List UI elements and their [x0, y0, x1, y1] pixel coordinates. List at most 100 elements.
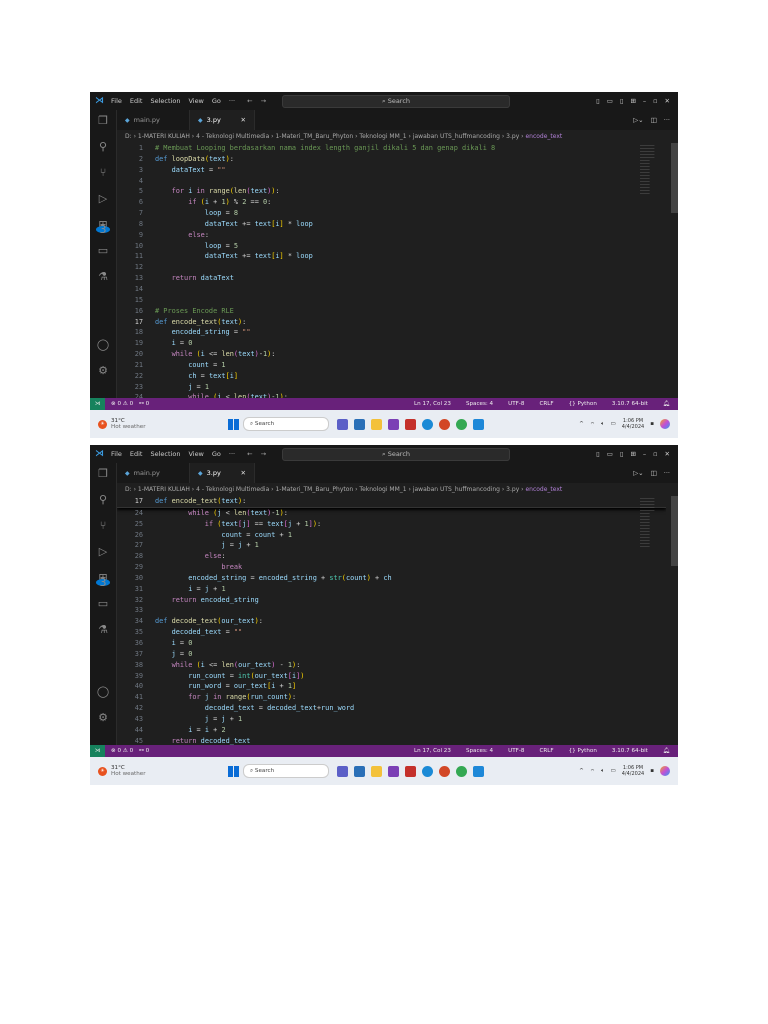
code-line[interactable]: 5 for i in range(len(text)): [117, 186, 666, 197]
testing-icon[interactable]: ⚗ [96, 623, 110, 636]
notification-icon[interactable]: ▪ [650, 421, 654, 427]
explorer-icon[interactable]: ❐ [96, 114, 110, 127]
vscode-taskbar-icon[interactable] [473, 418, 484, 430]
code-line[interactable]: 39 run_count = int(our_text[i]) [117, 671, 666, 682]
code-line[interactable]: 10 loop = 5 [117, 241, 666, 252]
powerpoint-icon[interactable] [439, 765, 450, 777]
breadcrumb-item[interactable]: Teknologi MM_1 [359, 133, 406, 140]
cursor-position[interactable]: Ln 17, Col 23 [414, 748, 451, 754]
start-button[interactable] [228, 418, 239, 430]
menu-view[interactable]: View [188, 97, 203, 105]
code-line[interactable]: 16 # Proses Encode RLE [117, 306, 666, 317]
edge-icon[interactable] [422, 765, 433, 777]
toggle-secondary-sidebar-icon[interactable]: ▯ [620, 97, 624, 105]
breadcrumb-item[interactable]: jawaban UTS_huffmancoding [413, 133, 500, 140]
run-python-icon[interactable]: ▷⌄ [633, 116, 643, 124]
code-line[interactable]: 25 if (text[j] == text[j + 1]): [117, 519, 666, 530]
teams-icon[interactable] [337, 418, 348, 430]
clock[interactable]: 1:06 PM 4/4/2024 [622, 418, 644, 430]
code-line[interactable]: 1 # Membuat Looping berdasarkan nama inde… [117, 143, 666, 154]
app-icon[interactable] [405, 418, 416, 430]
code-line[interactable]: 23 j = 1 [117, 382, 666, 393]
explorer-icon[interactable]: ❐ [96, 467, 110, 480]
menu-more[interactable]: ··· [229, 97, 235, 105]
toggle-panel-icon[interactable]: ▭ [607, 450, 613, 458]
close-tab-icon[interactable]: ✕ [241, 116, 246, 124]
breadcrumb-item[interactable]: D: [125, 486, 132, 493]
weather-widget[interactable]: ☀ 31°C Hot weather [98, 418, 228, 430]
menu-selection[interactable]: Selection [150, 97, 180, 105]
forward-arrow-icon[interactable]: → [261, 97, 266, 105]
tab-main-py[interactable]: ◆ main.py [117, 110, 190, 130]
close-tab-icon[interactable]: ✕ [241, 469, 246, 477]
python-interpreter[interactable]: 3.10.7 64-bit [612, 401, 648, 407]
breadcrumb-item[interactable]: 1-Materi_TM_Baru_Phyton [275, 486, 353, 493]
menu-view[interactable]: View [188, 450, 203, 458]
more-actions-icon[interactable]: ··· [664, 469, 670, 477]
editor-scrollbar[interactable] [671, 496, 678, 566]
restore-icon[interactable]: ▫ [653, 97, 657, 105]
code-line[interactable]: 33 [117, 605, 666, 616]
code-line[interactable]: 42 decoded_text = decoded_text+run_word [117, 703, 666, 714]
remote-indicator-icon[interactable]: ⋊ [90, 745, 105, 757]
run-python-icon[interactable]: ▷⌄ [633, 469, 643, 477]
teams-icon[interactable] [337, 765, 348, 777]
taskbar-search[interactable]: ⌕ Search [243, 417, 329, 431]
code-line[interactable]: 41 for j in range(run_count): [117, 692, 666, 703]
code-line[interactable]: 24 while (j < len(text)-1): [117, 508, 666, 519]
restore-icon[interactable]: ▫ [653, 450, 657, 458]
minimize-icon[interactable]: – [643, 97, 646, 105]
breadcrumb-item[interactable]: jawaban UTS_huffmancoding [413, 486, 500, 493]
code-line[interactable]: 17 def encode_text(text): [117, 317, 666, 328]
breadcrumb-item[interactable]: 3.py [506, 486, 519, 493]
copilot-icon[interactable] [660, 766, 670, 776]
tab-3-py[interactable]: ◆ 3.py ✕ [190, 110, 255, 130]
wifi-icon[interactable]: ⌔ [590, 421, 595, 428]
code-line[interactable]: 13 return dataText [117, 273, 666, 284]
problems-indicator[interactable]: ⊗ 0 ⚠ 0 [111, 748, 133, 754]
language-mode[interactable]: {} Python [569, 748, 597, 754]
breadcrumb-item[interactable]: Teknologi MM_1 [359, 486, 406, 493]
file-explorer-icon[interactable] [371, 418, 382, 430]
breadcrumb-item[interactable]: encode_text [525, 133, 562, 140]
code-line[interactable]: 17 def encode_text(text): [117, 496, 666, 508]
menu-edit[interactable]: Edit [130, 450, 143, 458]
forward-arrow-icon[interactable]: → [261, 450, 266, 458]
breadcrumb-item[interactable]: encode_text [525, 486, 562, 493]
cursor-position[interactable]: Ln 17, Col 23 [414, 401, 451, 407]
encoding[interactable]: UTF-8 [508, 748, 524, 754]
code-editor[interactable]: 17 def encode_text(text): 24 while (j < le… [117, 496, 666, 745]
code-line[interactable]: 29 break [117, 562, 666, 573]
code-line[interactable]: 30 encoded_string = encoded_string + str… [117, 573, 666, 584]
indentation[interactable]: Spaces: 4 [466, 748, 493, 754]
remote-explorer-icon[interactable]: ▭ [96, 244, 110, 257]
battery-icon[interactable]: ▭ [610, 421, 615, 427]
code-line[interactable]: 28 else: [117, 551, 666, 562]
edge-icon[interactable] [422, 418, 433, 430]
manage-gear-icon[interactable]: ⚙ [96, 364, 110, 377]
accounts-icon[interactable]: ◯ [96, 338, 110, 351]
tab-main-py[interactable]: ◆ main.py [117, 463, 190, 483]
split-editor-icon[interactable]: ◫ [651, 469, 657, 477]
minimize-icon[interactable]: – [643, 450, 646, 458]
code-line[interactable]: 11 dataText += text[i] * loop [117, 251, 666, 262]
close-window-icon[interactable]: ✕ [665, 450, 670, 458]
breadcrumb-item[interactable]: 4 - Teknologi Multimedia [196, 133, 269, 140]
copilot-icon[interactable] [660, 419, 670, 429]
menu-go[interactable]: Go [212, 450, 221, 458]
code-line[interactable]: 34 def decode_text(our_text): [117, 616, 666, 627]
menu-file[interactable]: File [111, 450, 122, 458]
back-arrow-icon[interactable]: ← [247, 97, 252, 105]
code-line[interactable]: 2 def loopData(text): [117, 154, 666, 165]
remote-indicator-icon[interactable]: ⋊ [90, 398, 105, 410]
taskbar-search[interactable]: ⌕ Search [243, 764, 329, 778]
editor-scrollbar[interactable] [671, 143, 678, 213]
manage-gear-icon[interactable]: ⚙ [96, 711, 110, 724]
ports-indicator[interactable]: ⚯ 0 [139, 401, 149, 407]
menu-edit[interactable]: Edit [130, 97, 143, 105]
problems-indicator[interactable]: ⊗ 0 ⚠ 0 [111, 401, 133, 407]
toggle-panel-icon[interactable]: ▭ [607, 97, 613, 105]
tray-chevron-icon[interactable]: ^ [579, 768, 584, 774]
code-line[interactable]: 3 dataText = "" [117, 165, 666, 176]
code-line[interactable]: 6 if (i + 1) % 2 == 0: [117, 197, 666, 208]
